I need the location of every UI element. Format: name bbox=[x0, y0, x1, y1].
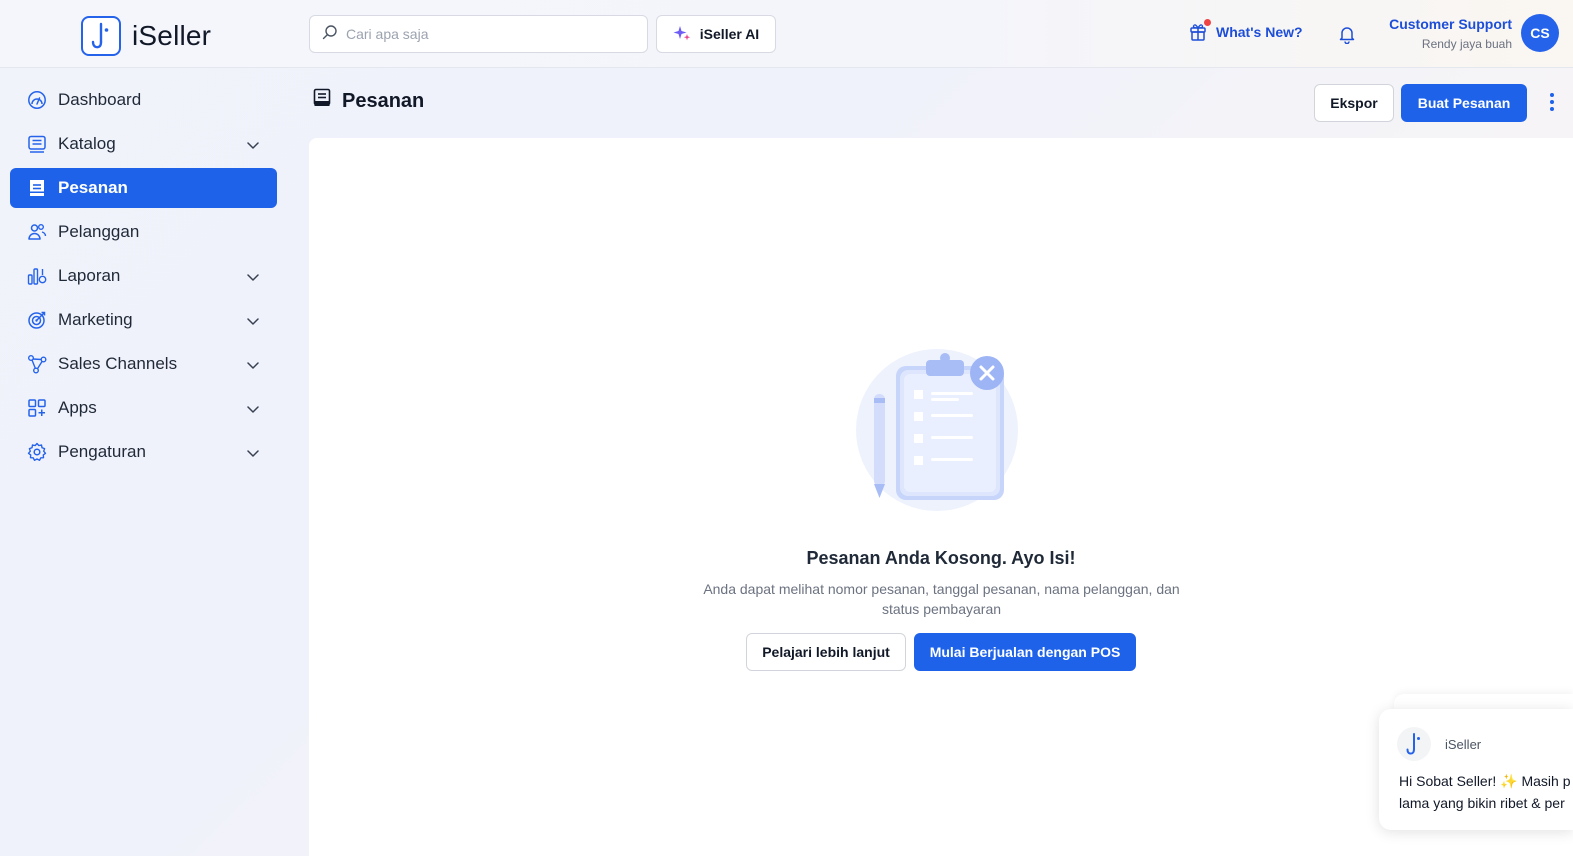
dashboard-icon bbox=[27, 90, 47, 110]
chat-message-line: lama yang bikin ribet & per bbox=[1399, 795, 1565, 811]
search-icon bbox=[322, 24, 338, 45]
chevron-down-icon bbox=[246, 313, 260, 333]
sidebar-item-pesanan[interactable]: Pesanan bbox=[10, 168, 277, 208]
gear-icon bbox=[27, 442, 47, 462]
sidebar-item-pelanggan[interactable]: Pelanggan bbox=[10, 212, 277, 252]
sidebar-item-laporan[interactable]: Laporan bbox=[10, 256, 277, 296]
app-logo[interactable]: iSeller bbox=[81, 16, 211, 56]
user-name: Customer Support bbox=[1389, 16, 1512, 32]
search-box[interactable] bbox=[309, 15, 648, 53]
sidebar-item-label: Apps bbox=[58, 398, 97, 417]
channels-icon bbox=[27, 354, 47, 374]
more-options-icon[interactable] bbox=[1548, 92, 1556, 119]
sidebar-item-katalog[interactable]: Katalog bbox=[10, 124, 277, 164]
start-pos-button[interactable]: Mulai Berjualan dengan POS bbox=[914, 633, 1136, 671]
sparkle-icon bbox=[673, 24, 691, 45]
chat-message: Hi Sobat Seller! ✨ Masih p lama yang bik… bbox=[1399, 770, 1573, 814]
empty-state-illustration bbox=[309, 348, 1573, 523]
export-button[interactable]: Ekspor bbox=[1314, 84, 1394, 122]
chevron-down-icon bbox=[246, 137, 260, 157]
chat-popup[interactable]: iSeller Hi Sobat Seller! ✨ Masih p lama … bbox=[1379, 709, 1573, 830]
iseller-ai-button[interactable]: iSeller AI bbox=[656, 15, 776, 53]
chat-sender: iSeller bbox=[1445, 736, 1482, 752]
empty-state-description: Anda dapat melihat nomor pesanan, tangga… bbox=[703, 581, 1180, 617]
apps-icon bbox=[27, 398, 47, 418]
iseller-logo-icon bbox=[81, 16, 121, 56]
top-bar: iSeller iSeller AI What's New? bbox=[0, 0, 1573, 68]
orders-icon bbox=[27, 178, 47, 198]
sidebar-item-marketing[interactable]: Marketing bbox=[10, 300, 277, 340]
learn-more-button[interactable]: Pelajari lebih lanjut bbox=[746, 633, 906, 671]
chevron-down-icon bbox=[246, 445, 260, 465]
sidebar: Dashboard Katalog Pesanan Pelanggan Lapo… bbox=[10, 80, 277, 476]
user-info[interactable]: Customer Support Rendy jaya buah bbox=[1389, 16, 1512, 51]
notification-dot bbox=[1204, 19, 1211, 26]
page-title-text: Pesanan bbox=[342, 89, 425, 112]
iseller-ai-label: iSeller AI bbox=[699, 26, 760, 42]
orders-icon bbox=[313, 88, 331, 114]
page-title: Pesanan bbox=[313, 88, 424, 114]
sidebar-item-label: Pengaturan bbox=[58, 442, 146, 461]
sidebar-item-label: Pelanggan bbox=[58, 222, 140, 241]
whats-new-label: What's New? bbox=[1216, 24, 1303, 40]
search-input[interactable] bbox=[346, 26, 626, 42]
sidebar-item-dashboard[interactable]: Dashboard bbox=[10, 80, 277, 120]
chevron-down-icon bbox=[246, 269, 260, 289]
app-name: iSeller bbox=[132, 20, 212, 51]
sidebar-item-label: Sales Channels bbox=[58, 354, 178, 373]
chat-message-line: Hi Sobat Seller! ✨ Masih p bbox=[1399, 773, 1571, 789]
chevron-down-icon bbox=[246, 357, 260, 377]
bell-icon[interactable] bbox=[1338, 24, 1356, 49]
iseller-logo-icon bbox=[1397, 727, 1431, 761]
avatar[interactable]: CS bbox=[1521, 14, 1559, 52]
sidebar-item-label: Marketing bbox=[58, 310, 133, 329]
customers-icon bbox=[27, 222, 47, 242]
sidebar-item-label: Katalog bbox=[58, 134, 116, 153]
sidebar-item-apps[interactable]: Apps bbox=[10, 388, 277, 428]
sidebar-item-pengaturan[interactable]: Pengaturan bbox=[10, 432, 277, 472]
gift-icon bbox=[1189, 19, 1211, 42]
sidebar-item-sales-channels[interactable]: Sales Channels bbox=[10, 344, 277, 384]
create-order-button[interactable]: Buat Pesanan bbox=[1401, 84, 1527, 122]
sidebar-item-label: Laporan bbox=[58, 266, 121, 285]
chevron-down-icon bbox=[246, 401, 260, 421]
target-icon bbox=[27, 310, 47, 330]
clipboard-illustration-icon bbox=[856, 349, 1018, 511]
sidebar-item-label: Dashboard bbox=[58, 90, 142, 109]
empty-state-title: Pesanan Anda Kosong. Ayo Isi! bbox=[806, 548, 1076, 568]
store-name: Rendy jaya buah bbox=[1421, 37, 1512, 51]
catalog-icon bbox=[27, 134, 47, 154]
reports-icon bbox=[27, 266, 47, 286]
sidebar-item-label: Pesanan bbox=[58, 178, 128, 197]
whats-new-link[interactable]: What's New? bbox=[1189, 19, 1303, 42]
